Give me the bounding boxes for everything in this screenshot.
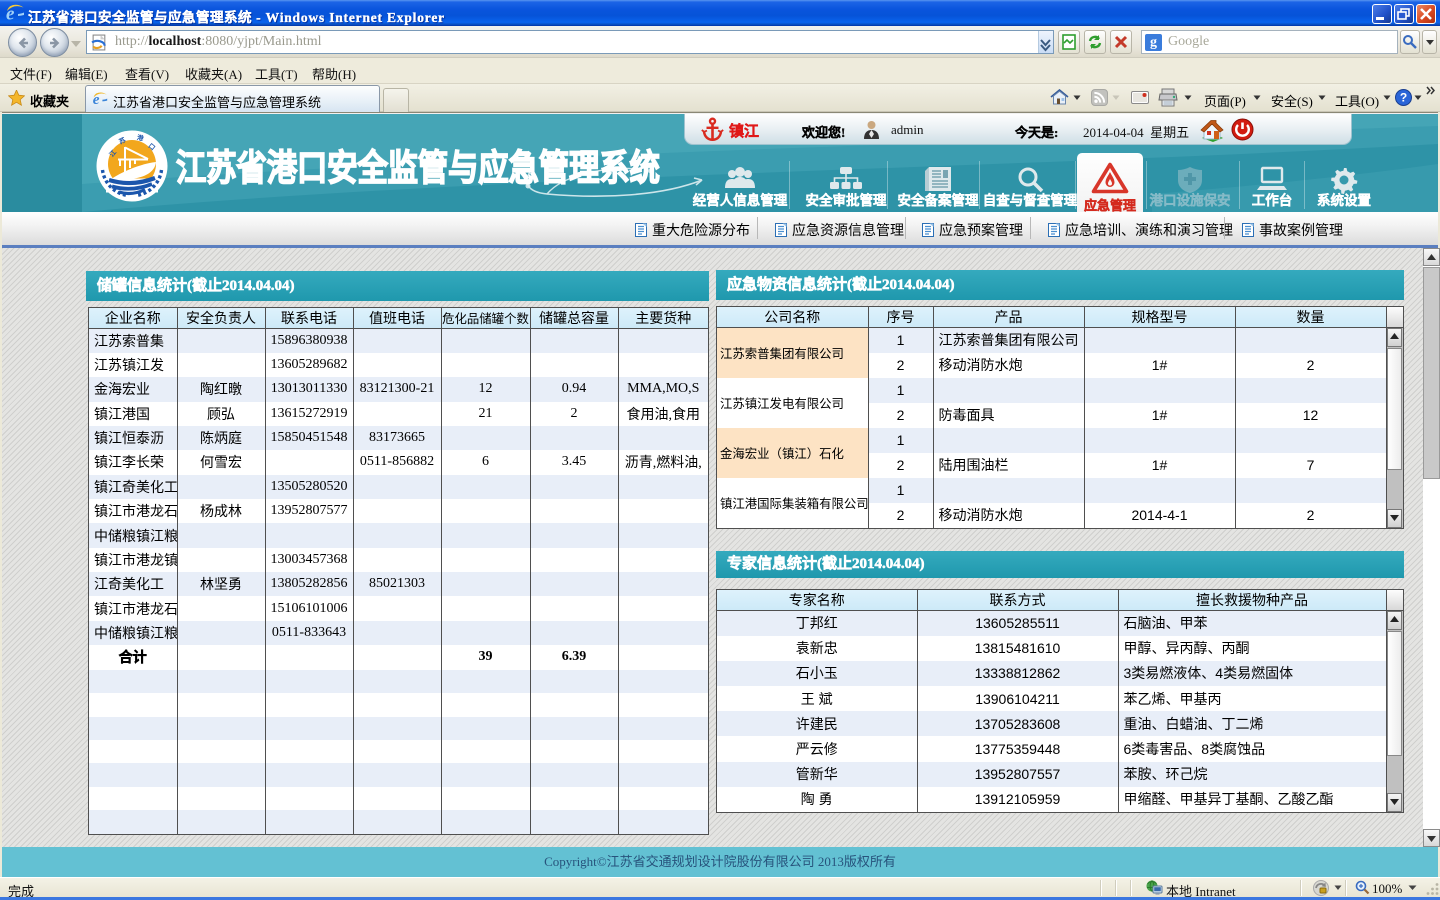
svg-text:?: ?: [1400, 91, 1407, 105]
